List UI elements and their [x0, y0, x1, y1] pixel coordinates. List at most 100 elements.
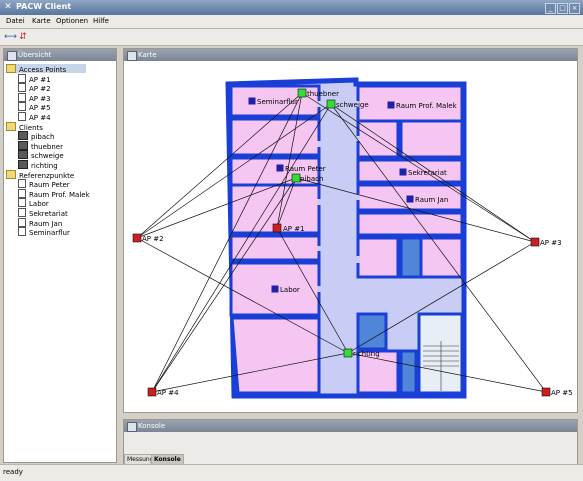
access-point-marker[interactable] [541, 387, 551, 397]
tree-item[interactable]: Seminarflur [18, 227, 70, 238]
reference-point-marker[interactable] [248, 97, 256, 105]
floor-map[interactable]: Seminarflur Raum Prof. Malek Raum Peter Sek… [124, 62, 577, 412]
client-marker-label: thuebner [307, 90, 339, 98]
access-point-marker[interactable] [147, 387, 157, 397]
tree-item[interactable]: Labor [18, 198, 49, 208]
access-point-marker[interactable] [132, 233, 142, 243]
reference-point-label: Raum Prof. Malek [396, 102, 458, 110]
connect-icon[interactable]: ⟷ [4, 31, 17, 43]
folder-icon [6, 64, 16, 73]
client-marker-label: pibach [300, 175, 323, 183]
overview-panel-title: Übersicht [18, 51, 52, 59]
client-marker[interactable] [291, 173, 301, 183]
access-point-marker[interactable] [530, 237, 540, 247]
access-point-marker-label: AP #5 [551, 389, 573, 397]
stairwell [399, 236, 423, 279]
app-icon: ✕ [4, 2, 12, 12]
reference-point-label: Labor [280, 286, 300, 294]
panel-icon [7, 51, 17, 61]
stairwell [399, 349, 418, 395]
reference-point-label: Raum Jan [415, 196, 448, 204]
document-icon [18, 227, 26, 237]
client-marker-label: schweige [336, 101, 369, 109]
menu-datei[interactable]: Datei [6, 17, 25, 25]
tree-item[interactable]: AP #4 [18, 112, 51, 122]
access-point-marker-label: AP #2 [142, 235, 164, 243]
status-text: ready [3, 468, 23, 476]
maximize-button[interactable]: □ [557, 3, 568, 14]
disconnect-icon[interactable]: ⇵ [17, 31, 29, 43]
room [356, 236, 400, 279]
map-panel-header: Karte [124, 49, 577, 61]
map-panel-title: Karte [138, 51, 157, 59]
tree-item[interactable]: pibach [18, 131, 54, 141]
stairwell [356, 312, 388, 351]
tree-item[interactable]: AP #3 [18, 92, 51, 103]
map-panel: Karte Seminarflur Raum Prof. Malek Raum … [123, 48, 578, 413]
access-point-marker-label: AP #4 [157, 389, 179, 397]
reference-point-marker[interactable] [406, 195, 414, 203]
tree-item[interactable]: thuebner [18, 140, 63, 151]
toolbar: ⟷ ⇵ [0, 29, 583, 46]
reference-point-label: Raum Peter [285, 165, 326, 173]
tree-group[interactable]: Referenzpunkte [6, 169, 74, 180]
tree-item[interactable]: AP #5 [18, 102, 51, 112]
tree-item[interactable]: schweige [18, 150, 64, 160]
access-point-marker[interactable] [272, 223, 282, 233]
document-icon [18, 208, 26, 217]
tree-group[interactable]: Clients [6, 121, 43, 132]
tree-item[interactable]: AP #2 [18, 83, 51, 93]
client-marker[interactable] [297, 88, 307, 98]
tree-item[interactable]: Raum Peter [18, 179, 70, 189]
reference-point-marker[interactable] [271, 285, 279, 293]
room [230, 316, 321, 395]
client-marker-label: richting [353, 350, 380, 358]
computer-icon [18, 140, 28, 150]
document-icon [18, 198, 26, 208]
document-icon [18, 102, 26, 112]
room [229, 234, 321, 262]
computer-icon [18, 160, 28, 169]
menu-karte[interactable]: Karte [32, 17, 51, 25]
reference-point-label: Sekretariat [408, 169, 447, 177]
tree-item[interactable]: Raum Prof. Malek [18, 188, 90, 199]
room [229, 117, 321, 157]
overview-panel-header: Übersicht [4, 49, 116, 61]
menu-bar: Datei Karte Optionen Hilfe [0, 15, 583, 29]
client-marker[interactable] [326, 99, 336, 109]
tree-item[interactable]: Raum Jan [18, 217, 62, 228]
tree-item-label: Seminarflur [29, 229, 70, 238]
status-bar: ready [0, 464, 583, 481]
client-marker[interactable] [343, 348, 353, 358]
document-icon [18, 112, 26, 121]
room [356, 211, 464, 237]
room [399, 119, 464, 159]
computer-icon [18, 131, 28, 141]
console-icon [127, 422, 137, 432]
tree-group[interactable]: Access Points [6, 64, 86, 74]
minimize-button[interactable]: _ [545, 3, 556, 14]
reference-point-marker[interactable] [276, 164, 284, 172]
reference-point-marker[interactable] [399, 168, 407, 176]
reference-point-marker[interactable] [387, 101, 395, 109]
access-point-marker-label: AP #3 [540, 239, 562, 247]
document-icon [18, 179, 26, 189]
menu-optionen[interactable]: Optionen [56, 17, 88, 25]
console-panel-title: Konsole [138, 422, 166, 430]
tree-item[interactable]: AP #1 [18, 73, 51, 84]
close-button[interactable]: × [569, 3, 580, 14]
menu-hilfe[interactable]: Hilfe [93, 17, 109, 25]
access-point-marker-label: AP #1 [283, 225, 305, 233]
folder-icon [6, 169, 16, 179]
tree-item[interactable]: richting [18, 160, 58, 170]
console-panel: Konsole Messung Konsole [123, 419, 578, 465]
title-bar: ✕ PACW Client _ □ × [0, 0, 583, 15]
panel-icon [127, 51, 137, 61]
document-icon [18, 188, 26, 198]
overview-panel: Übersicht Access Points AP #1 AP #2 AP #3 AP… [3, 48, 117, 463]
window-title: PACW Client [16, 2, 72, 11]
document-icon [18, 92, 26, 102]
reference-point-label: Seminarflur [257, 98, 298, 106]
tree-item[interactable]: Sekretariat [18, 208, 68, 218]
console-panel-header: Konsole [124, 420, 577, 432]
